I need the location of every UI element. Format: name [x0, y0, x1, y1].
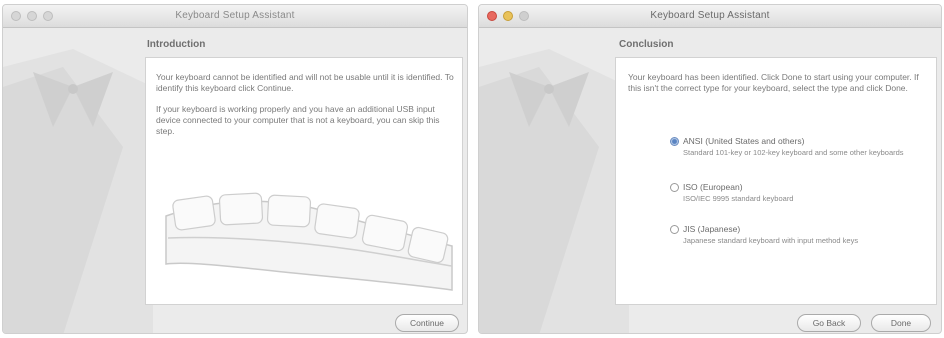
- keyboard-type-option-jis[interactable]: JIS (Japanese) Japanese standard keyboar…: [670, 224, 920, 248]
- keyboard-illustration: [165, 192, 453, 291]
- go-back-button[interactable]: Go Back: [797, 314, 861, 332]
- content-panel: Your keyboard has been identified. Click…: [615, 57, 937, 305]
- window-title: Keyboard Setup Assistant: [175, 10, 295, 21]
- setup-assistant-window-conclusion: Keyboard Setup Assistant Conclusion Your…: [478, 4, 942, 334]
- title-bar[interactable]: Keyboard Setup Assistant: [3, 5, 467, 28]
- option-description: Japanese standard keyboard with input me…: [683, 236, 859, 245]
- keyboard-type-option-ansi[interactable]: ANSI (United States and others) Standard…: [670, 136, 920, 170]
- content-panel: Your keyboard cannot be identified and w…: [145, 57, 463, 305]
- continue-button[interactable]: Continue: [395, 314, 459, 332]
- skip-paragraph: If your keyboard is working properly and…: [156, 104, 440, 136]
- tuxedo-background-art: [479, 49, 629, 333]
- radio-button[interactable]: [670, 137, 679, 146]
- option-label: ISO (European): [683, 182, 743, 192]
- option-label: JIS (Japanese): [683, 224, 741, 234]
- radio-button[interactable]: [670, 183, 679, 192]
- conclusion-paragraph: Your keyboard has been identified. Click…: [628, 72, 919, 93]
- step-heading: Conclusion: [619, 39, 674, 50]
- option-description: Standard 101-key or 102-key keyboard and…: [683, 148, 904, 157]
- step-heading: Introduction: [147, 39, 206, 50]
- intro-paragraph: Your keyboard cannot be identified and w…: [156, 72, 454, 93]
- tuxedo-background-art: [3, 49, 153, 333]
- done-button[interactable]: Done: [871, 314, 931, 332]
- window-title: Keyboard Setup Assistant: [650, 10, 770, 21]
- setup-assistant-window-introduction: Keyboard Setup Assistant Introduction Yo…: [2, 4, 468, 334]
- radio-button[interactable]: [670, 225, 679, 234]
- keyboard-type-option-iso[interactable]: ISO (European) ISO/IEC 9995 standard key…: [670, 182, 920, 206]
- option-description: ISO/IEC 9995 standard keyboard: [683, 194, 794, 203]
- title-bar[interactable]: Keyboard Setup Assistant: [479, 5, 941, 28]
- option-label: ANSI (United States and others): [683, 136, 805, 146]
